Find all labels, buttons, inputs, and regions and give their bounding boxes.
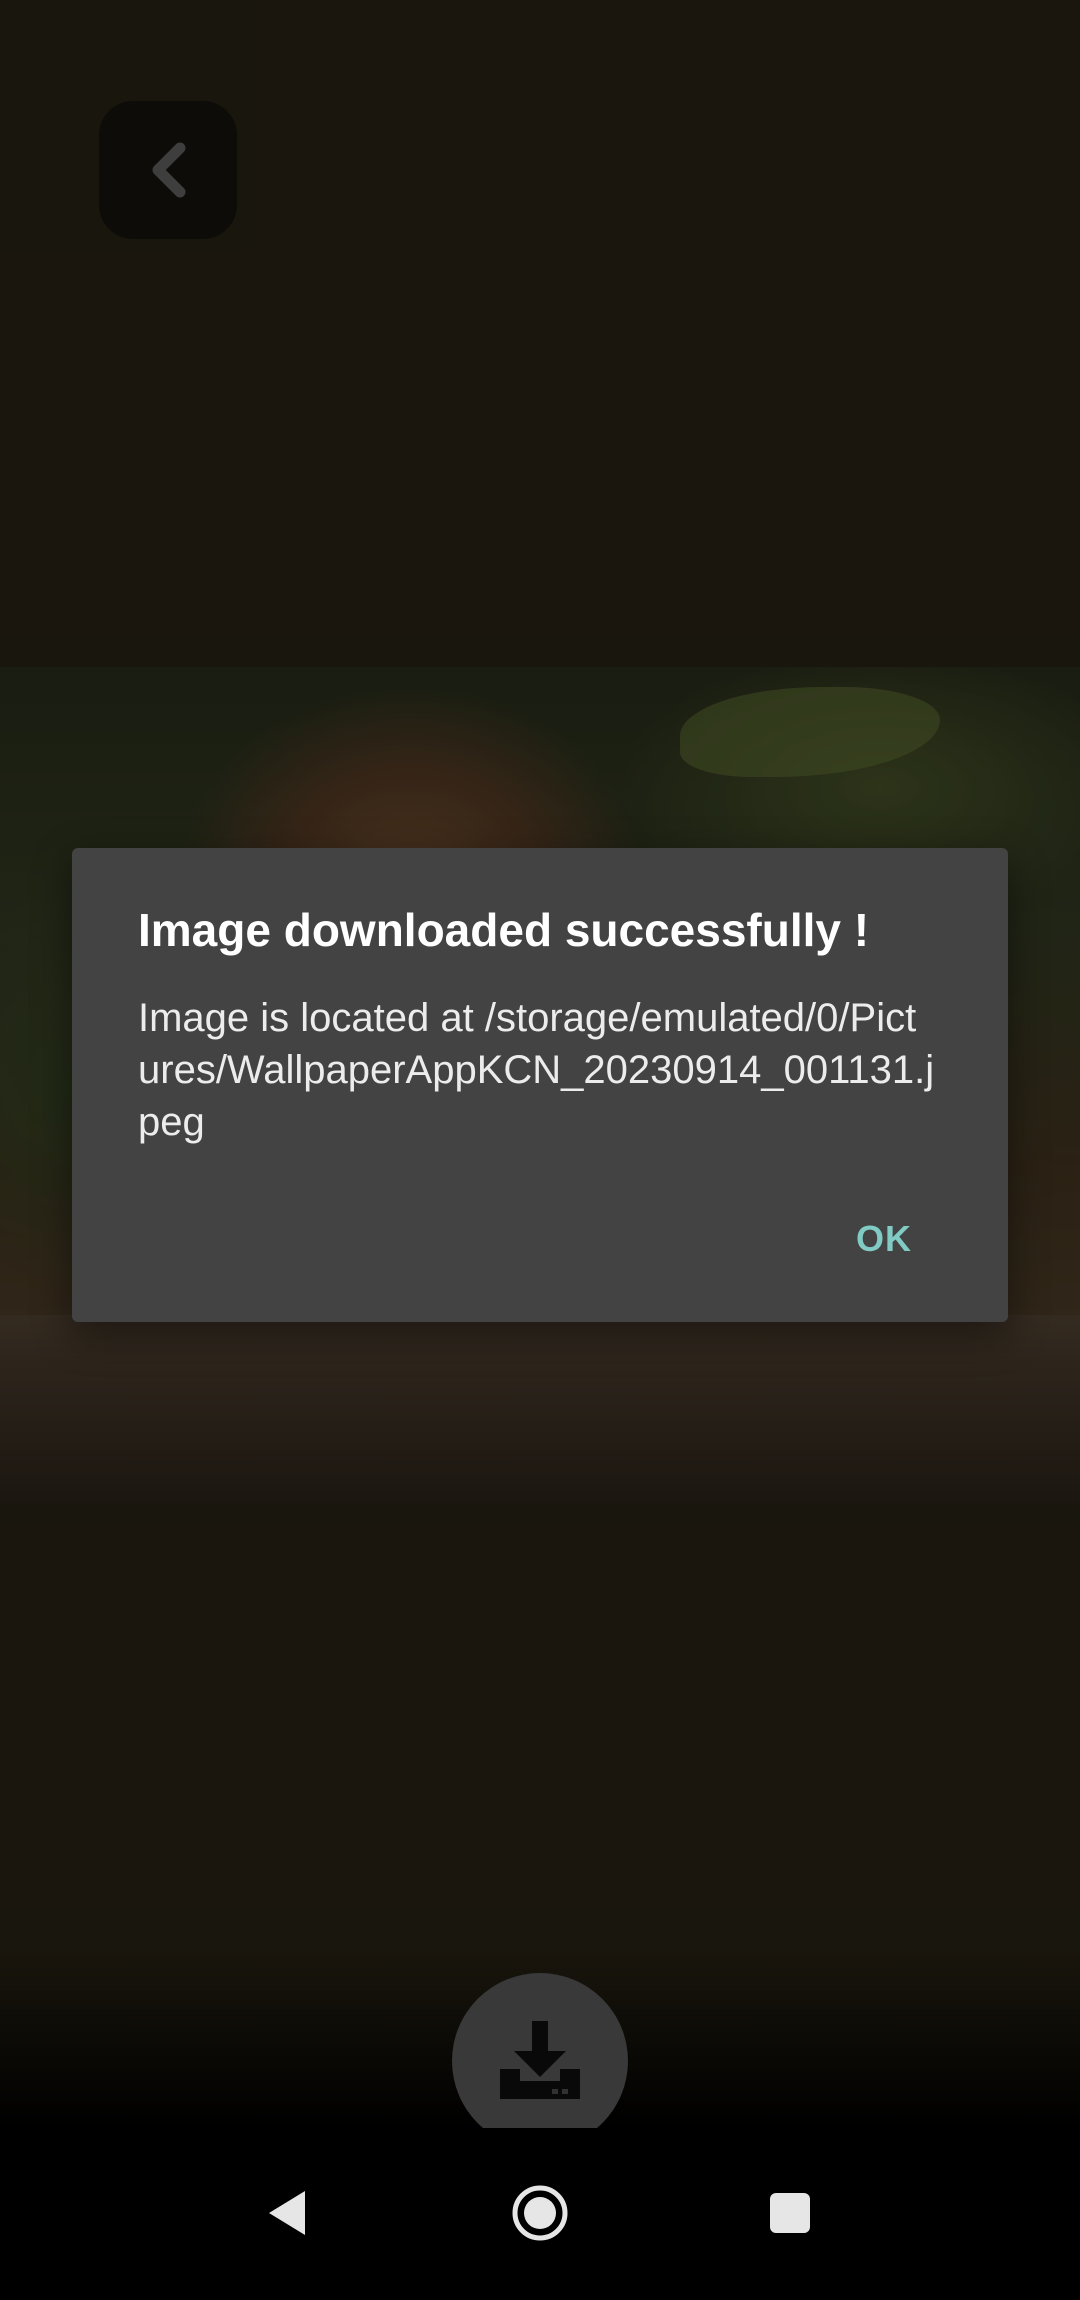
nav-recents-icon [770, 2193, 810, 2233]
nav-back-icon [269, 2191, 305, 2235]
dialog-title: Image downloaded successfully ! [138, 904, 870, 956]
dialog-message: Image is located at /storage/emulated/0/… [138, 996, 935, 1144]
nav-recents-button[interactable] [745, 2168, 835, 2258]
ok-button[interactable]: OK [852, 1210, 916, 1268]
nav-back-button[interactable] [243, 2168, 333, 2258]
nav-home-button[interactable] [495, 2168, 585, 2258]
nav-home-icon [512, 2185, 568, 2241]
system-navigation-bar [0, 2128, 1080, 2300]
wallpaper-preview-screen: Image downloaded successfully ! Image is… [0, 0, 1080, 2300]
download-success-dialog: Image downloaded successfully ! Image is… [72, 848, 1008, 1322]
